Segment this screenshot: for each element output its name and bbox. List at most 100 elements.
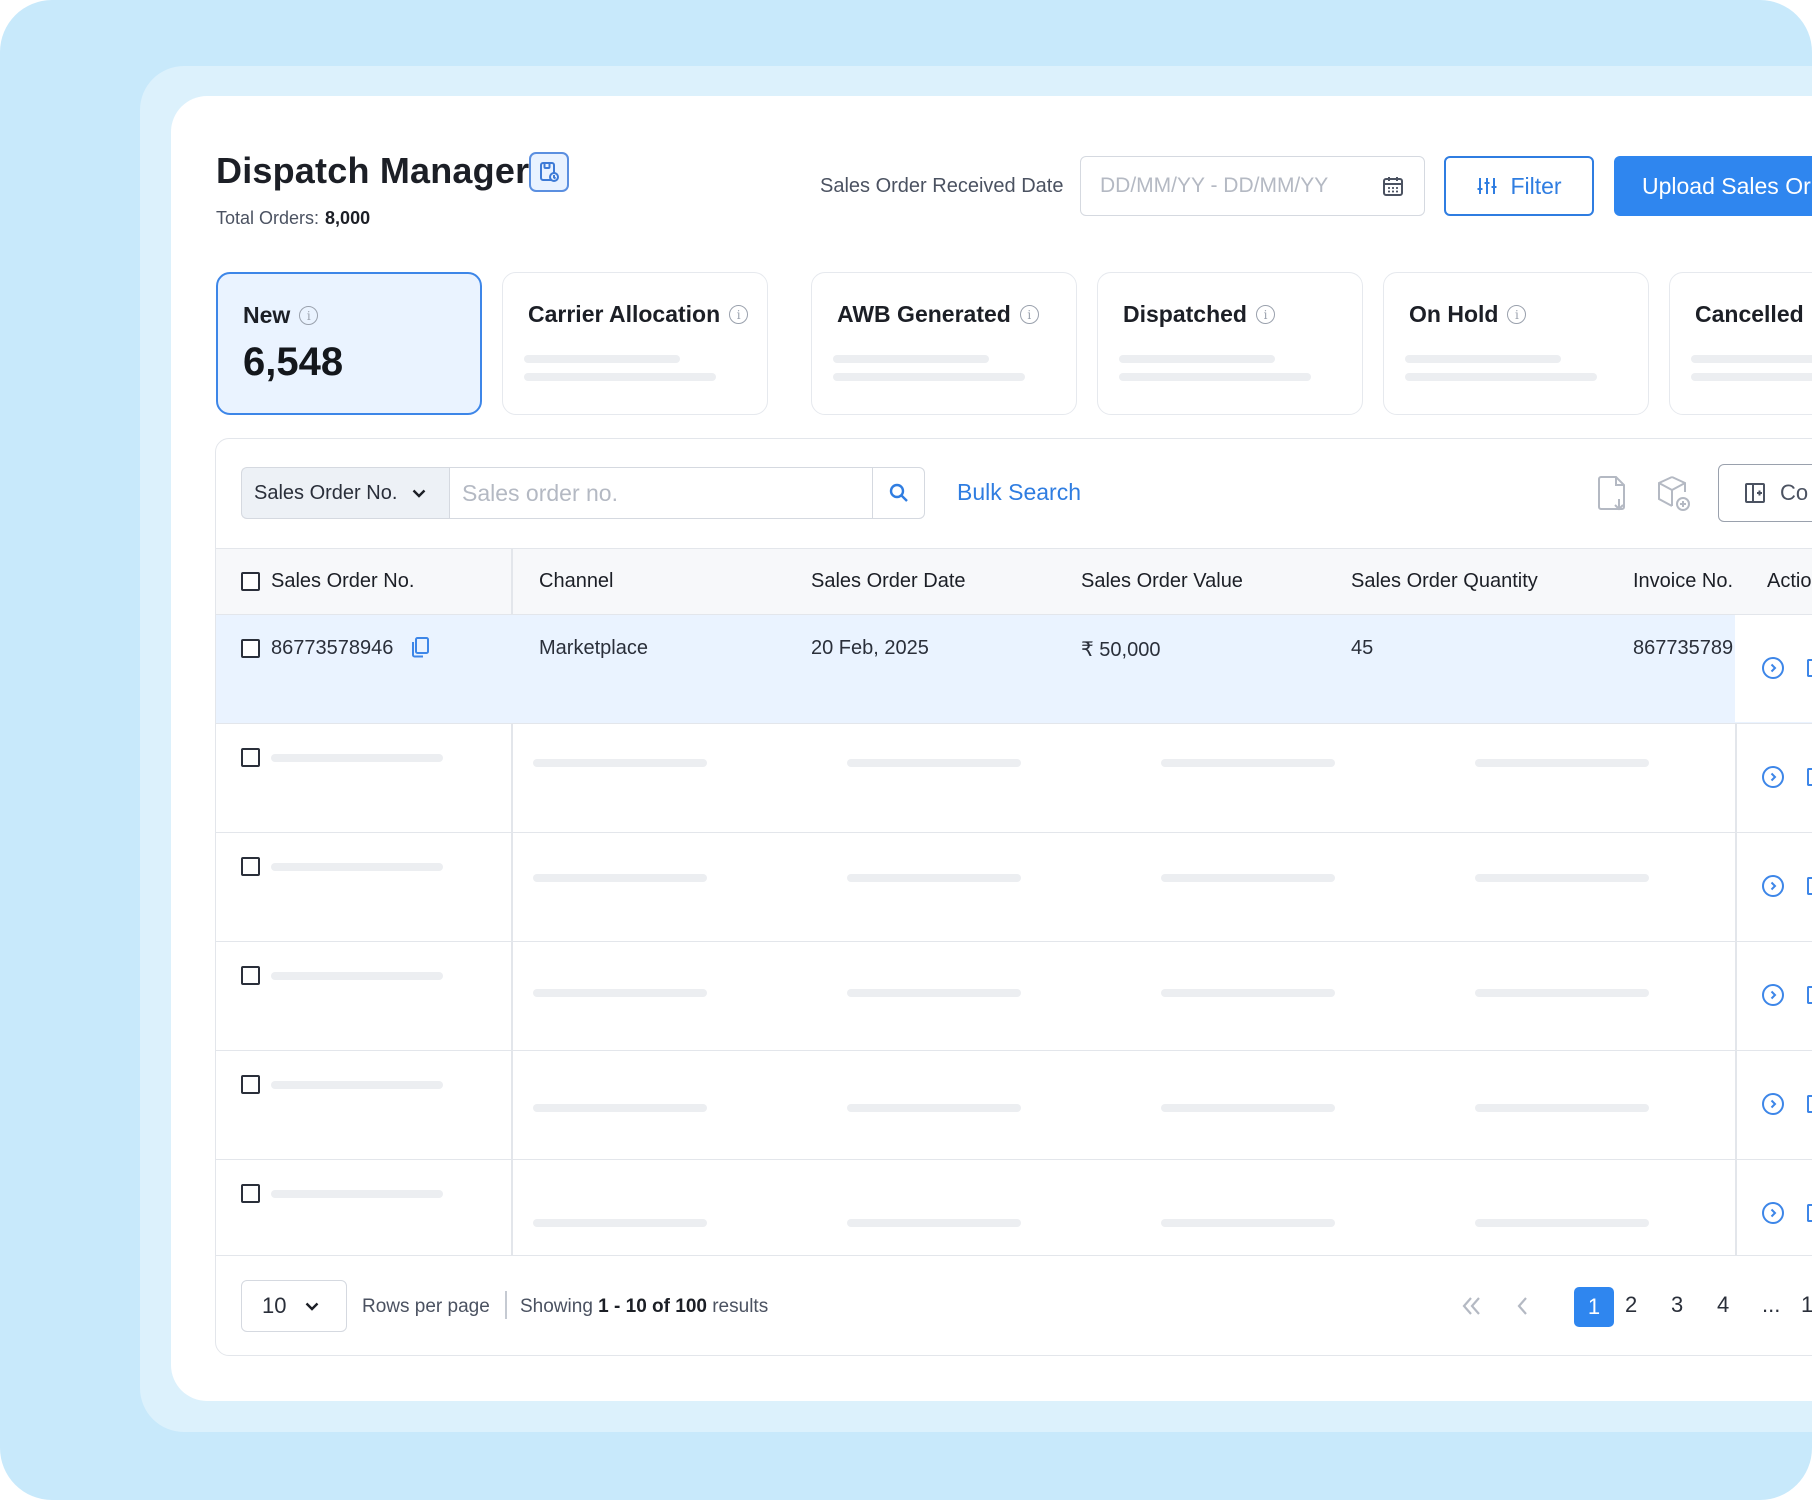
status-card-label: New i: [243, 302, 319, 329]
loading-placeholder: [533, 1219, 707, 1227]
status-card-cancelled[interactable]: Cancelled: [1669, 272, 1812, 415]
copy-icon[interactable]: [410, 636, 430, 658]
loading-placeholder: [1161, 1219, 1335, 1227]
column-header-sales-order-value[interactable]: Sales Order Value: [1081, 570, 1243, 593]
view-details-icon[interactable]: [1762, 875, 1784, 897]
orders-table-panel: Sales Order No. Sales order no. Bulk Sea…: [215, 438, 1812, 1356]
table-row[interactable]: [216, 724, 1812, 833]
columns-icon: [1745, 483, 1765, 503]
search-type-dropdown[interactable]: Sales Order No.: [241, 467, 449, 519]
sales-order-value-cell: ₹ 50,000: [1081, 639, 1161, 661]
search-button[interactable]: [873, 467, 925, 519]
clipboard-icon[interactable]: [529, 152, 569, 192]
loading-placeholder: [1161, 759, 1335, 767]
table-row[interactable]: [216, 942, 1812, 1051]
status-new-label: New: [243, 302, 291, 328]
page-10-button[interactable]: 10: [1801, 1292, 1812, 1318]
page-2-button[interactable]: 2: [1625, 1292, 1637, 1318]
columns-label: Co: [1780, 480, 1809, 505]
search-input[interactable]: Sales order no.: [449, 467, 873, 519]
action-icon[interactable]: [1807, 986, 1812, 1004]
loading-placeholder: [833, 373, 1025, 381]
download-file-icon[interactable]: [1597, 475, 1629, 513]
action-icon[interactable]: [1807, 659, 1812, 677]
page-1-button[interactable]: 1: [1574, 1287, 1614, 1327]
date-filter-label: Sales Order Received Date: [820, 175, 1064, 197]
loading-placeholder: [1161, 1104, 1335, 1112]
view-details-icon[interactable]: [1762, 1202, 1784, 1224]
view-details-icon[interactable]: [1762, 766, 1784, 788]
loading-placeholder: [1119, 355, 1275, 363]
chevron-down-icon: [306, 1302, 319, 1311]
backdrop: Dispatch Manager Total Orders: 8,000 Sale…: [0, 0, 1812, 1500]
calendar-icon[interactable]: [1382, 175, 1404, 197]
row-checkbox[interactable]: [241, 748, 260, 767]
column-header-sales-order-no[interactable]: Sales Order No.: [271, 570, 414, 593]
results-prefix: Showing: [520, 1296, 593, 1317]
status-card-label: AWB Generated i: [837, 301, 1039, 328]
loading-placeholder: [271, 754, 443, 762]
date-range-placeholder: DD/MM/YY - DD/MM/YY: [1100, 174, 1329, 197]
sales-order-date-cell: 20 Feb, 2025: [811, 637, 929, 659]
rows-per-page-dropdown[interactable]: 10: [241, 1280, 347, 1332]
table-header: Sales Order No. Channel Sales Order Date…: [216, 549, 1812, 615]
status-card-awb-generated[interactable]: AWB Generated i: [811, 272, 1077, 415]
loading-placeholder: [524, 373, 716, 381]
rows-per-page-label: Rows per page: [362, 1296, 490, 1317]
table-row[interactable]: [216, 1160, 1812, 1255]
loading-placeholder: [533, 874, 707, 882]
row-checkbox[interactable]: [241, 1075, 260, 1094]
first-page-icon[interactable]: [1460, 1295, 1484, 1317]
date-range-input[interactable]: DD/MM/YY - DD/MM/YY: [1080, 156, 1425, 216]
previous-page-icon[interactable]: [1515, 1295, 1529, 1317]
status-card-label: Carrier Allocation i: [528, 301, 749, 328]
table-row[interactable]: 86773578946 Marketplace 20 Feb, 2025 ₹ 5…: [216, 615, 1812, 724]
column-header-sales-order-date[interactable]: Sales Order Date: [811, 570, 966, 593]
status-card-label: On Hold i: [1409, 301, 1527, 328]
search-toolbar: Sales Order No. Sales order no. Bulk Sea…: [216, 439, 1812, 549]
status-card-on-hold[interactable]: On Hold i: [1383, 272, 1649, 415]
row-checkbox[interactable]: [241, 1184, 260, 1203]
view-details-icon[interactable]: [1762, 984, 1784, 1006]
view-details-icon[interactable]: [1762, 1093, 1784, 1115]
filter-button[interactable]: Filter: [1444, 156, 1594, 216]
status-card-new[interactable]: New i 6,548: [216, 272, 482, 415]
row-checkbox[interactable]: [241, 639, 260, 658]
page-4-button[interactable]: 4: [1717, 1292, 1729, 1318]
column-header-sales-order-quantity[interactable]: Sales Order Quantity: [1351, 570, 1538, 593]
table-row[interactable]: [216, 833, 1812, 942]
pagination-ellipsis: ...: [1762, 1292, 1781, 1317]
total-orders: Total Orders: 8,000: [216, 208, 370, 229]
page-3-button[interactable]: 3: [1671, 1292, 1683, 1318]
action-icon[interactable]: [1807, 1204, 1812, 1222]
loading-placeholder: [847, 1219, 1021, 1227]
status-on-hold-label: On Hold: [1409, 301, 1499, 327]
info-icon: i: [299, 306, 319, 325]
table-row[interactable]: [216, 1051, 1812, 1160]
search-type-value: Sales Order No.: [254, 481, 398, 504]
column-header-channel[interactable]: Channel: [539, 570, 614, 593]
select-all-checkbox[interactable]: [241, 572, 260, 591]
package-add-icon[interactable]: [1656, 475, 1692, 513]
action-icon[interactable]: [1807, 768, 1812, 786]
action-icon[interactable]: [1807, 877, 1812, 895]
view-details-icon[interactable]: [1762, 657, 1784, 679]
loading-placeholder: [533, 989, 707, 997]
status-awb-generated-label: AWB Generated: [837, 301, 1011, 327]
total-orders-value: 8,000: [325, 208, 371, 228]
action-icon[interactable]: [1807, 1095, 1812, 1113]
info-icon: i: [1507, 305, 1527, 324]
columns-button[interactable]: Co: [1718, 464, 1812, 522]
column-header-actions: Actio: [1767, 570, 1812, 592]
upload-sales-order-button[interactable]: Upload Sales Or: [1614, 156, 1812, 216]
status-card-carrier-allocation[interactable]: Carrier Allocation i: [502, 272, 768, 415]
loading-placeholder: [1475, 989, 1649, 997]
bulk-search-link[interactable]: Bulk Search: [957, 479, 1081, 506]
status-carrier-allocation-label: Carrier Allocation: [528, 301, 721, 327]
status-card-dispatched[interactable]: Dispatched i: [1097, 272, 1363, 415]
column-header-invoice-no[interactable]: Invoice No.: [1633, 570, 1733, 593]
loading-placeholder: [533, 759, 707, 767]
row-checkbox[interactable]: [241, 857, 260, 876]
row-checkbox[interactable]: [241, 966, 260, 985]
loading-placeholder: [271, 972, 443, 980]
